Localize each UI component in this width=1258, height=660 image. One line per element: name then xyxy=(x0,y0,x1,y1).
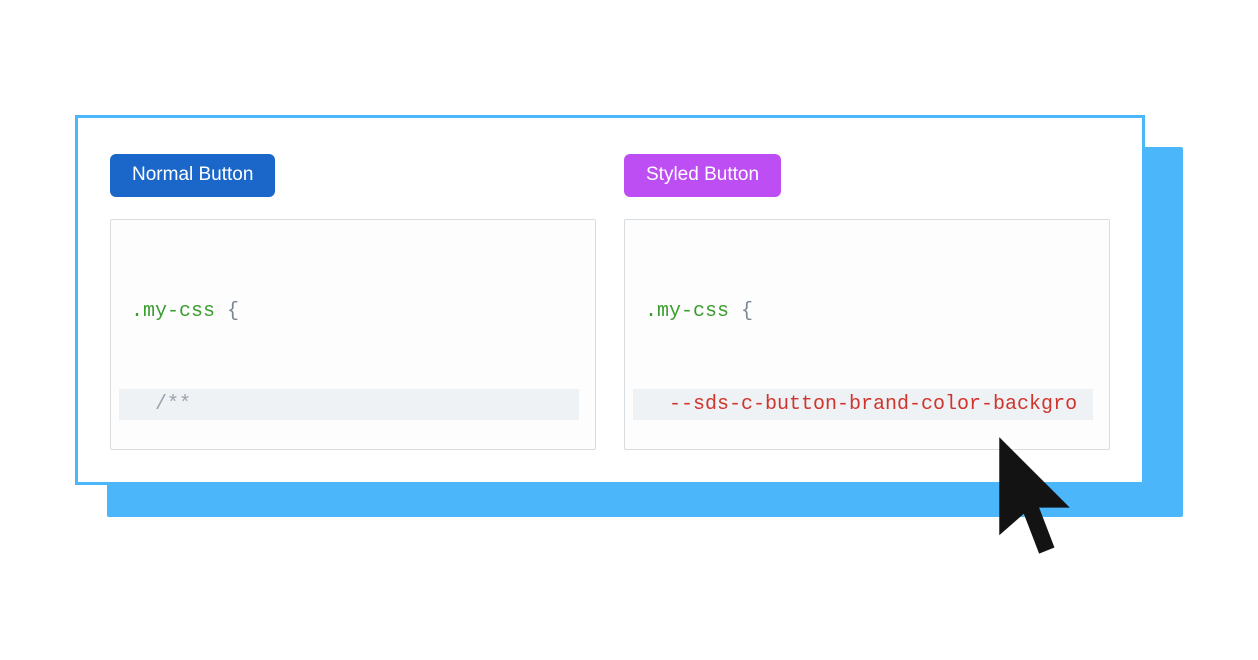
code-line: .my-css { xyxy=(119,296,579,327)
left-column: Normal Button .my-css { /** * No styling… xyxy=(110,154,596,450)
illustration-canvas: Normal Button .my-css { /** * No styling… xyxy=(75,115,1183,515)
css-comment: /** xyxy=(155,393,191,416)
styled-button[interactable]: Styled Button xyxy=(624,154,781,197)
code-line: /** xyxy=(119,389,579,420)
right-column: Styled Button .my-css { --sds-c-button-b… xyxy=(624,154,1110,450)
css-selector: .my-css xyxy=(645,300,729,323)
code-line: .my-css { xyxy=(633,296,1093,327)
left-code-block: .my-css { /** * No styling hooks */ } xyxy=(110,219,596,450)
css-property: --sds-c-button-brand-color-backgro xyxy=(669,393,1077,416)
right-code-block: .my-css { --sds-c-button-brand-color-bac… xyxy=(624,219,1110,450)
normal-button[interactable]: Normal Button xyxy=(110,154,275,197)
open-brace: { xyxy=(215,300,239,323)
open-brace: { xyxy=(729,300,753,323)
code-line: --sds-c-button-brand-color-backgro xyxy=(633,389,1093,420)
main-frame: Normal Button .my-css { /** * No styling… xyxy=(75,115,1145,485)
css-selector: .my-css xyxy=(131,300,215,323)
